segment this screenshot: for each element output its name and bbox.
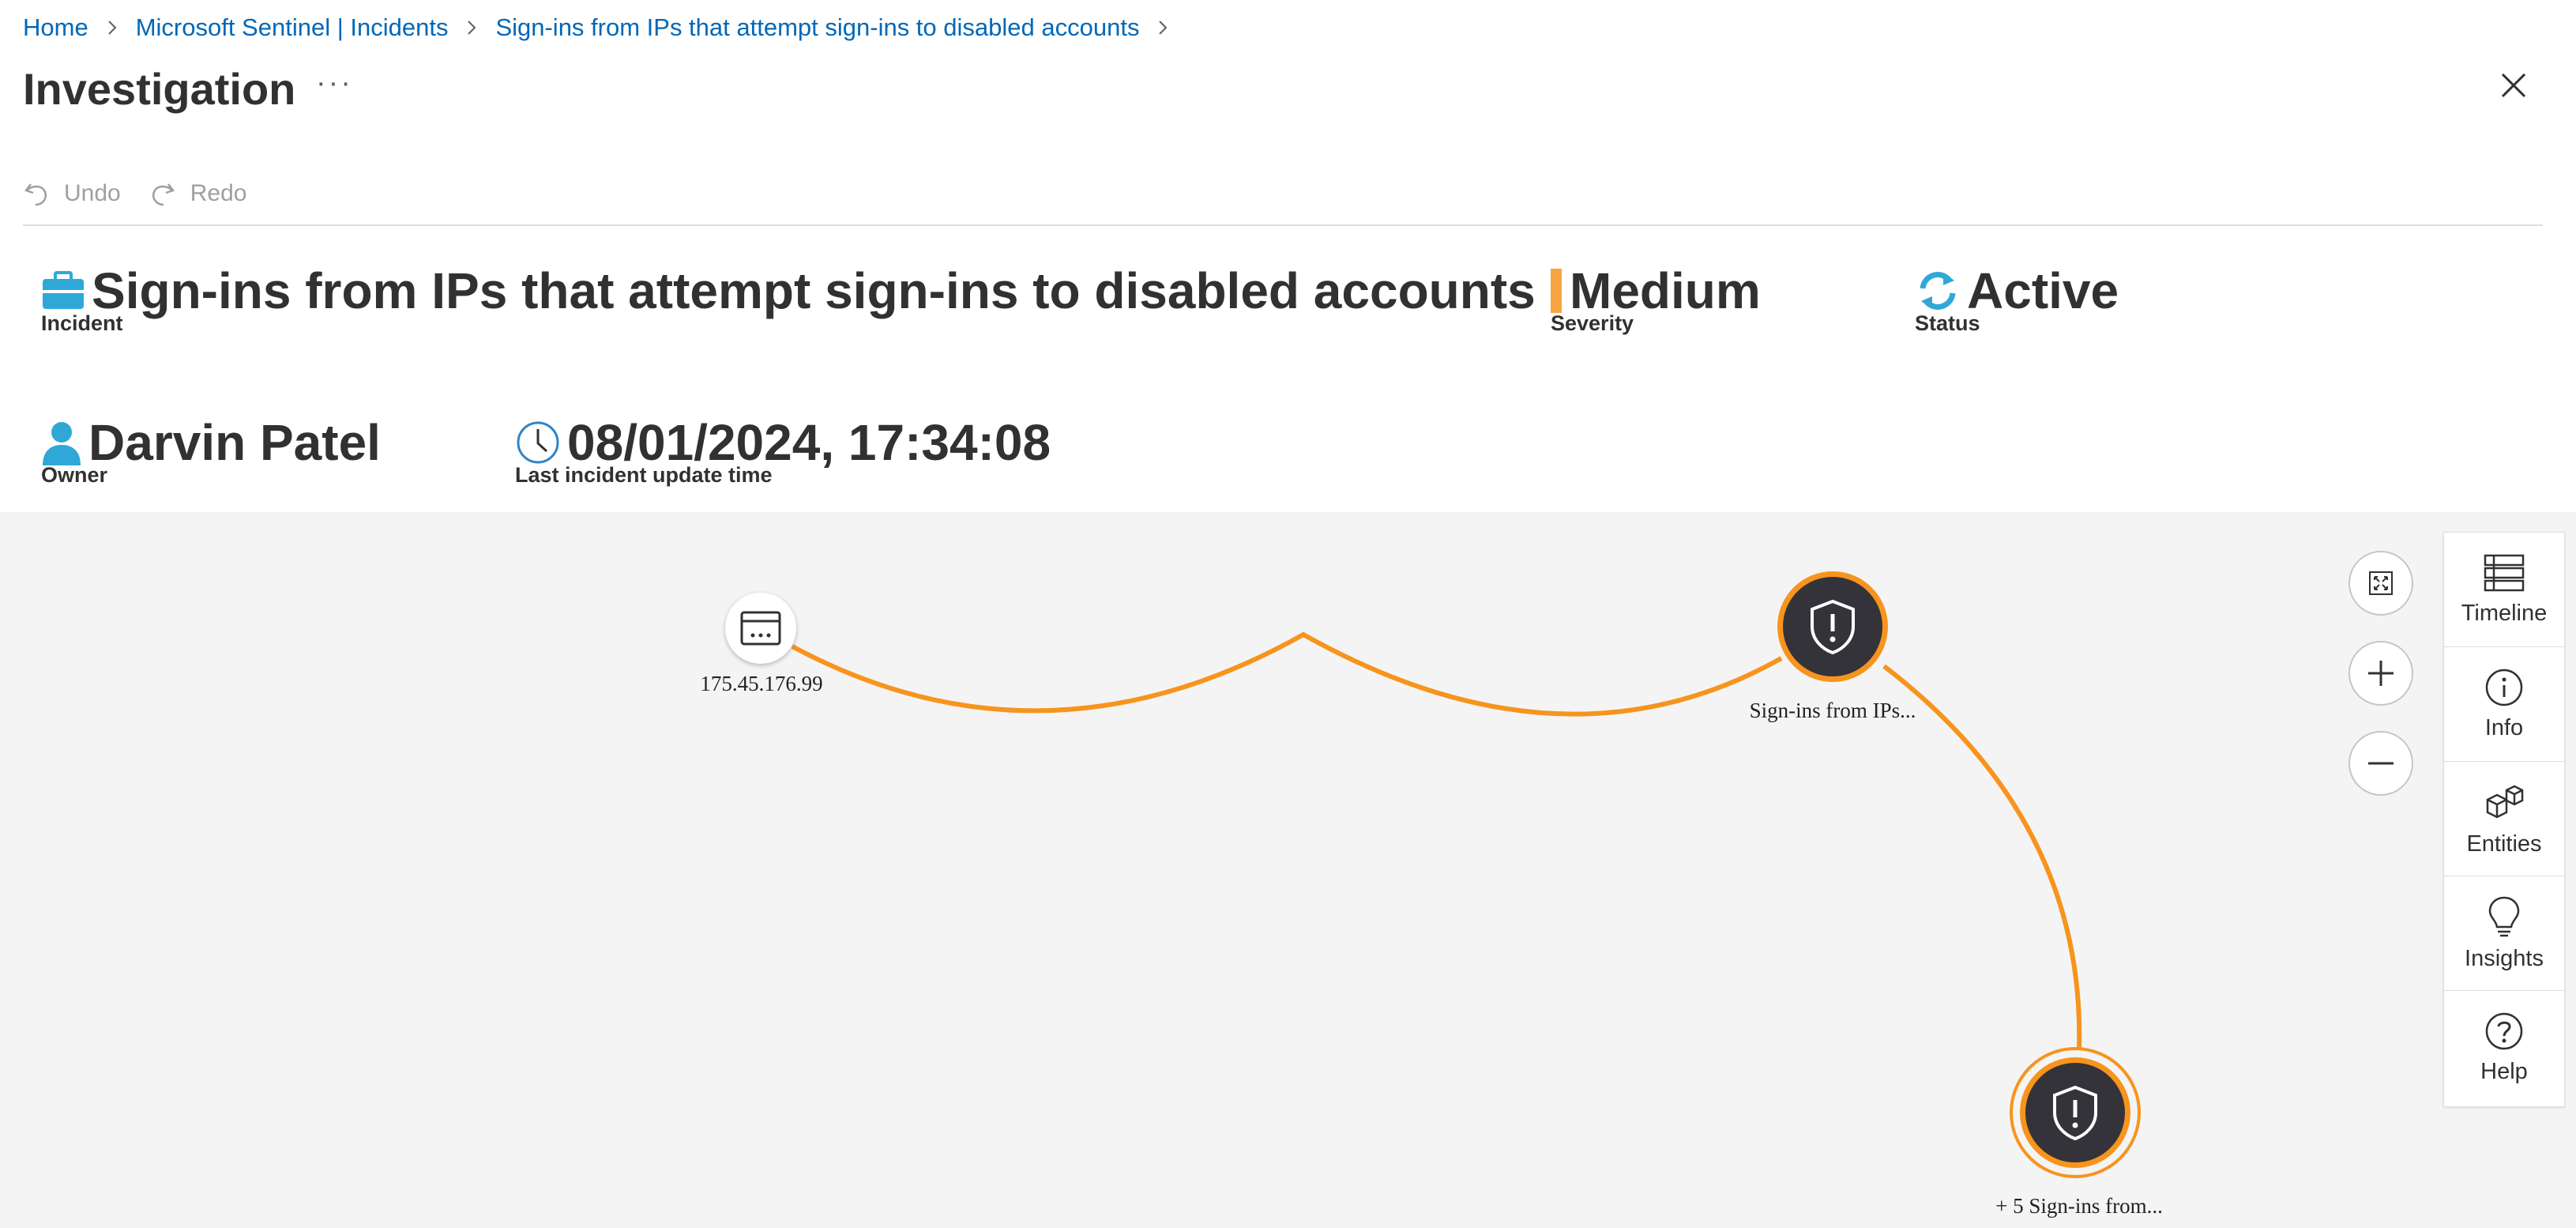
side-panel: Timeline Info Entities Insights Help bbox=[2443, 532, 2565, 1107]
redo-label: Redo bbox=[190, 180, 247, 206]
timeline-icon bbox=[2484, 554, 2525, 591]
updated-field: 08/01/2024, 17:34:08 Last incident updat… bbox=[515, 412, 1051, 488]
chevron-right-icon bbox=[1156, 18, 1169, 37]
briefcase-icon bbox=[43, 271, 84, 309]
timeline-label: Timeline bbox=[2461, 600, 2548, 626]
owner-field: Darvin Patel Owner bbox=[41, 412, 381, 488]
entities-button[interactable]: Entities bbox=[2444, 762, 2564, 876]
lightbulb-icon bbox=[2488, 896, 2520, 936]
grouped-alerts-node[interactable] bbox=[2010, 1047, 2141, 1178]
severity-field: Medium Severity bbox=[1551, 261, 1761, 336]
insights-button[interactable]: Insights bbox=[2444, 876, 2564, 991]
refresh-icon bbox=[1920, 272, 1956, 310]
breadcrumb-incidents-link[interactable]: Microsoft Sentinel | Incidents bbox=[136, 13, 449, 42]
entities-label: Entities bbox=[2466, 831, 2542, 857]
fit-screen-icon bbox=[2369, 571, 2393, 595]
fit-to-screen-button[interactable] bbox=[2348, 551, 2413, 616]
chevron-right-icon bbox=[106, 18, 118, 37]
info-label: Info bbox=[2484, 714, 2524, 740]
breadcrumb: Home Microsoft Sentinel | Incidents Sign… bbox=[23, 9, 1186, 46]
info-icon bbox=[2485, 669, 2523, 706]
close-button[interactable] bbox=[2496, 68, 2531, 103]
clock-icon bbox=[517, 421, 559, 464]
page-title: Investigation bbox=[23, 64, 296, 114]
toolbar: Undo Redo bbox=[23, 170, 275, 217]
close-icon bbox=[2501, 73, 2526, 98]
person-icon bbox=[43, 422, 81, 465]
undo-icon bbox=[24, 183, 47, 206]
shield-alert-icon bbox=[2053, 1085, 2097, 1141]
more-options-button[interactable]: ··· bbox=[316, 66, 353, 100]
info-button[interactable]: Info bbox=[2444, 647, 2564, 762]
help-button[interactable]: Help bbox=[2444, 991, 2564, 1105]
severity-indicator bbox=[1551, 269, 1562, 313]
minus-icon bbox=[2368, 762, 2394, 765]
status-field: Active Status bbox=[1915, 261, 2119, 336]
zoom-in-button[interactable] bbox=[2348, 641, 2413, 706]
redo-icon bbox=[152, 183, 175, 206]
alert-node[interactable] bbox=[1777, 571, 1888, 682]
undo-label: Undo bbox=[64, 180, 121, 206]
incident-title: Sign-ins from IPs that attempt sign-ins … bbox=[92, 262, 1536, 319]
toolbar-divider bbox=[23, 224, 2543, 226]
entities-icon bbox=[2486, 785, 2524, 818]
undo-button[interactable]: Undo bbox=[23, 179, 121, 208]
edge-alert-to-group bbox=[1882, 664, 2082, 1050]
ip-entity-node[interactable] bbox=[725, 593, 796, 664]
investigation-graph-canvas[interactable]: 175.45.176.99 Sign-ins from IPs... + 5 S… bbox=[0, 512, 2576, 1228]
owner-value: Darvin Patel bbox=[88, 414, 381, 471]
edge-ip-to-alert bbox=[791, 631, 1783, 717]
help-label: Help bbox=[2480, 1058, 2528, 1084]
graph-edges bbox=[791, 631, 2082, 1050]
grouped-alerts-label: + 5 Sign-ins from... bbox=[1995, 1194, 2163, 1218]
ip-node-label: 175.45.176.99 bbox=[700, 672, 823, 695]
zoom-out-button[interactable] bbox=[2348, 731, 2413, 796]
status-value: Active bbox=[1967, 262, 2119, 319]
breadcrumb-home-link[interactable]: Home bbox=[23, 13, 88, 42]
shield-alert-icon bbox=[1811, 599, 1855, 655]
redo-button[interactable]: Redo bbox=[149, 179, 247, 208]
help-icon bbox=[2485, 1012, 2523, 1049]
timeline-button[interactable]: Timeline bbox=[2444, 533, 2564, 647]
insights-label: Insights bbox=[2465, 945, 2544, 971]
ip-address-icon bbox=[740, 611, 781, 646]
plus-icon bbox=[2368, 661, 2394, 686]
chevron-right-icon bbox=[465, 18, 478, 37]
incident-field: Sign-ins from IPs that attempt sign-ins … bbox=[41, 261, 1536, 336]
alert-node-label: Sign-ins from IPs... bbox=[1749, 699, 1916, 722]
breadcrumb-incident-link[interactable]: Sign-ins from IPs that attempt sign-ins … bbox=[495, 13, 1139, 42]
